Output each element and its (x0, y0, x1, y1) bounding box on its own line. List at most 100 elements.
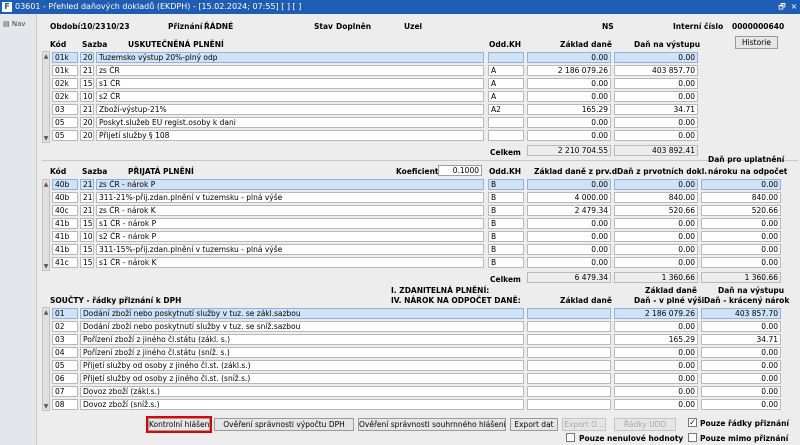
s1-row-kod[interactable]: 05 (52, 117, 78, 128)
s1-row-sazba[interactable]: 21 (80, 65, 94, 76)
s3-scroll-down-icon[interactable]: ▼ (42, 402, 50, 411)
mimo-priznani-checkbox[interactable] (688, 433, 697, 442)
s3-row-kod[interactable]: 07 (52, 386, 78, 397)
s2-scroll-down-icon[interactable]: ▼ (42, 262, 50, 271)
s1-row-oddkh[interactable] (488, 52, 524, 63)
s3-row-dan[interactable]: 0.00 (614, 386, 698, 397)
s1-row-sazba[interactable]: 20 (80, 52, 94, 63)
s1-row-popis[interactable]: s1 ČR (96, 78, 484, 89)
s3-row-zaklad[interactable] (527, 334, 611, 345)
s1-row-oddkh[interactable]: A (488, 91, 524, 102)
s2-row-oddkh[interactable]: B (488, 231, 524, 242)
s2-row-dan[interactable]: 0.00 (614, 231, 698, 242)
s2-row-sazba[interactable]: 21 (80, 205, 94, 216)
s2-row-zaklad[interactable]: 4 000.00 (527, 192, 611, 203)
s1-row-dan[interactable]: 0.00 (614, 117, 698, 128)
s3-row-popis[interactable]: Dovoz zboží (zákl.s.) (80, 386, 524, 397)
s1-row-zaklad[interactable]: 0.00 (527, 91, 611, 102)
s1-row-oddkh[interactable]: A (488, 65, 524, 76)
obdobi-from-field[interactable]: 10/23 (82, 22, 106, 31)
s3-row-zaklad[interactable] (527, 347, 611, 358)
s2-row-oddkh[interactable]: B (488, 257, 524, 268)
s2-row-popis[interactable]: s1 ČR - nárok K (96, 257, 484, 268)
s1-row-sazba[interactable]: 20 (80, 117, 94, 128)
s2-row-dan[interactable]: 0.00 (614, 179, 698, 190)
s2-row-kod[interactable]: 41c (52, 257, 78, 268)
s2-row-popis[interactable]: zs ČR - nárok K (96, 205, 484, 216)
koeficient-input[interactable]: 0.1000 (438, 165, 482, 176)
s1-row-kod[interactable]: 01k (52, 65, 78, 76)
s2-row-oddkh[interactable]: B (488, 244, 524, 255)
s1-row-sazba[interactable]: 21 (80, 104, 94, 115)
s1-row-popis[interactable]: Zboží-výstup-21% (96, 104, 484, 115)
s2-row-oddkh[interactable]: B (488, 179, 524, 190)
pouze-radky-checkbox[interactable]: ✓ (688, 418, 697, 427)
s2-row-zaklad[interactable]: 0.00 (527, 231, 611, 242)
s1-row-oddkh[interactable]: A2 (488, 104, 524, 115)
s3-scrollbar[interactable] (42, 307, 50, 411)
s1-row-oddkh[interactable] (488, 130, 524, 141)
s2-row-oddkh[interactable]: B (488, 205, 524, 216)
s3-row-dan[interactable]: 0.00 (614, 373, 698, 384)
s1-row-kod[interactable]: 05 (52, 130, 78, 141)
s1-row-oddkh[interactable] (488, 117, 524, 128)
s2-row-sazba[interactable]: 15 (80, 244, 94, 255)
s3-row-popis[interactable]: Dovoz zboží (sníž.s.) (80, 399, 524, 410)
s3-row-krac[interactable]: 0.00 (701, 399, 781, 410)
s3-row-kod[interactable]: 01 (52, 308, 78, 319)
s3-row-kod[interactable]: 03 (52, 334, 78, 345)
s1-row-dan[interactable]: 0.00 (614, 130, 698, 141)
s2-row-zaklad[interactable]: 0.00 (527, 257, 611, 268)
s3-row-krac[interactable]: 0.00 (701, 373, 781, 384)
s1-row-dan[interactable]: 0.00 (614, 78, 698, 89)
s3-row-popis[interactable]: Přijetí služby od osoby z jiného čl.st. … (80, 360, 524, 371)
s3-row-popis[interactable]: Přijetí služby od osoby z jiného čl.st. … (80, 373, 524, 384)
s2-row-popis[interactable]: s2 ČR - nárok P (96, 231, 484, 242)
s2-row-odpocet[interactable]: 520.66 (701, 205, 781, 216)
s1-row-oddkh[interactable]: A (488, 78, 524, 89)
s3-row-popis[interactable]: Dodání zboží nebo poskytnutí služby v tu… (80, 308, 524, 319)
s3-row-zaklad[interactable] (527, 360, 611, 371)
s2-row-kod[interactable]: 41b (52, 231, 78, 242)
s3-row-krac[interactable]: 0.00 (701, 347, 781, 358)
s2-row-kod[interactable]: 40b (52, 179, 78, 190)
s1-row-zaklad[interactable]: 2 186 079.26 (527, 65, 611, 76)
s3-row-zaklad[interactable] (527, 321, 611, 332)
s2-row-popis[interactable]: 311-21%-přij.zdan.plnění v tuzemsku - pl… (96, 192, 484, 203)
s1-scroll-down-icon[interactable]: ▼ (42, 134, 50, 143)
s2-scroll-up-icon[interactable]: ▲ (42, 180, 50, 189)
s2-row-zaklad[interactable]: 2 479.34 (527, 205, 611, 216)
overeni-vypoctu-button[interactable]: Ověření správnosti výpočtu DPH (214, 418, 354, 431)
nenulove-checkbox[interactable] (566, 433, 575, 442)
s3-row-krac[interactable]: 0.00 (701, 360, 781, 371)
s3-row-dan[interactable]: 0.00 (614, 360, 698, 371)
s2-row-dan[interactable]: 0.00 (614, 244, 698, 255)
s3-row-zaklad[interactable] (527, 373, 611, 384)
s2-row-kod[interactable]: 41b (52, 218, 78, 229)
s2-row-sazba[interactable]: 15 (80, 218, 94, 229)
s1-row-sazba[interactable]: 15 (80, 78, 94, 89)
s2-row-zaklad[interactable]: 0.00 (527, 179, 611, 190)
s3-row-dan[interactable]: 0.00 (614, 321, 698, 332)
s2-row-oddkh[interactable]: B (488, 218, 524, 229)
s2-scrollbar[interactable] (42, 179, 50, 271)
s3-row-zaklad[interactable] (527, 399, 611, 410)
export-o-button[interactable]: Export O... (562, 418, 606, 431)
s1-row-sazba[interactable]: 10 (80, 91, 94, 102)
s1-row-dan[interactable]: 34.71 (614, 104, 698, 115)
s3-row-popis[interactable]: Pořízení zboží z jiného čl.státu (zákl. … (80, 334, 524, 345)
s3-row-zaklad[interactable] (527, 308, 611, 319)
s3-row-kod[interactable]: 05 (52, 360, 78, 371)
s1-row-sazba[interactable]: 20 (80, 130, 94, 141)
s3-row-kod[interactable]: 06 (52, 373, 78, 384)
s1-row-popis[interactable]: zs ČR (96, 65, 484, 76)
s3-row-dan[interactable]: 2 186 079.26 (614, 308, 698, 319)
obdobi-to-field[interactable]: 10/23 (106, 22, 130, 31)
s2-row-popis[interactable]: zs ČR - nárok P (96, 179, 484, 190)
s2-row-zaklad[interactable]: 0.00 (527, 218, 611, 229)
s1-row-zaklad[interactable]: 0.00 (527, 130, 611, 141)
restore-icon[interactable]: 🗗 (776, 0, 788, 14)
s3-row-krac[interactable]: 34.71 (701, 334, 781, 345)
s1-row-popis[interactable]: Tuzemsko výstup 20%-plný odp (96, 52, 484, 63)
s2-row-dan[interactable]: 0.00 (614, 257, 698, 268)
